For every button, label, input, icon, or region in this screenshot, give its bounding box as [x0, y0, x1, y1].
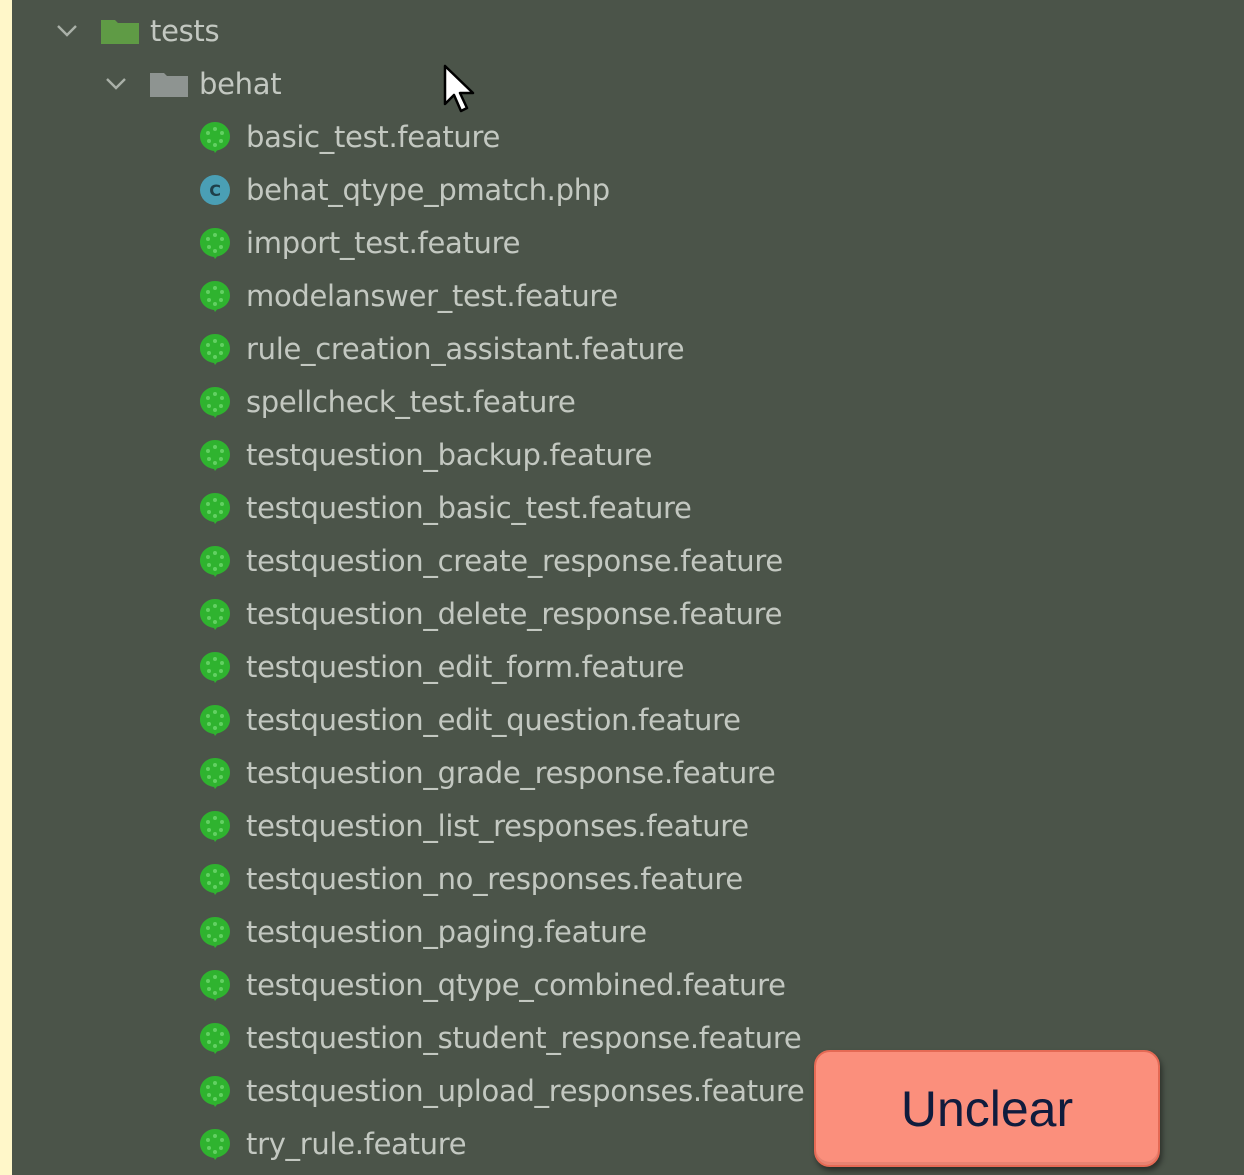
tree-file-label: testquestion_paging.feature [246, 914, 647, 949]
tree-file-label: testquestion_no_responses.feature [246, 861, 743, 896]
tree-file-item[interactable]: rule_creation_assistant.feature [198, 322, 685, 375]
cucumber-icon [198, 1021, 232, 1055]
tree-file-item[interactable]: testquestion_paging.feature [198, 905, 647, 958]
unclear-badge: Unclear [814, 1050, 1160, 1167]
tree-node-label: tests [150, 13, 220, 48]
tree-file-label: testquestion_edit_form.feature [246, 649, 685, 684]
tree-node-label: behat [199, 66, 282, 101]
tree-file-item[interactable]: testquestion_basic_test.feature [198, 481, 692, 534]
php-class-icon: C [198, 173, 232, 207]
tree-file-label: testquestion_create_response.feature [246, 543, 783, 578]
tree-node-tests[interactable]: tests [52, 4, 220, 57]
tree-file-label: basic_test.feature [246, 119, 501, 154]
folder-icon [149, 70, 189, 98]
cucumber-icon [198, 756, 232, 790]
tree-file-item[interactable]: testquestion_delete_response.feature [198, 587, 782, 640]
cucumber-icon [198, 120, 232, 154]
cucumber-icon [198, 491, 232, 525]
tree-file-item[interactable]: testquestion_no_responses.feature [198, 852, 743, 905]
tree-file-label: behat_qtype_pmatch.php [246, 172, 610, 207]
tree-file-label: testquestion_edit_question.feature [246, 702, 741, 737]
tree-file-label: testquestion_delete_response.feature [246, 596, 783, 631]
tree-file-item[interactable]: Cbehat_qtype_pmatch.php [198, 163, 610, 216]
tree-file-item[interactable]: testquestion_list_responses.feature [198, 799, 749, 852]
cucumber-icon [198, 597, 232, 631]
cucumber-icon [198, 1074, 232, 1108]
tree-file-item[interactable]: testquestion_grade_response.feature [198, 746, 776, 799]
tree-file-item[interactable]: testquestion_edit_form.feature [198, 640, 685, 693]
tree-file-label: rule_creation_assistant.feature [246, 331, 685, 366]
cucumber-icon [198, 226, 232, 260]
cucumber-icon [198, 650, 232, 684]
cucumber-icon [198, 438, 232, 472]
cucumber-icon [198, 809, 232, 843]
tree-file-label: testquestion_qtype_combined.feature [246, 967, 786, 1002]
tree-file-item[interactable]: testquestion_create_response.feature [198, 534, 783, 587]
tree-file-label: testquestion_backup.feature [246, 437, 653, 472]
chevron-down-icon[interactable] [101, 69, 131, 99]
tree-node-behat[interactable]: behat [101, 57, 282, 110]
cucumber-icon [198, 544, 232, 578]
tree-file-label: spellcheck_test.feature [246, 384, 576, 419]
tree-file-item[interactable]: modelanswer_test.feature [198, 269, 618, 322]
tree-file-item[interactable]: try_rule.feature [198, 1117, 467, 1170]
mouse-cursor-icon [443, 64, 475, 113]
tree-file-item[interactable]: testquestion_upload_responses.feature [198, 1064, 805, 1117]
tree-file-label: testquestion_student_response.feature [246, 1020, 802, 1055]
cucumber-icon [198, 915, 232, 949]
cucumber-icon [198, 279, 232, 313]
cucumber-icon [198, 332, 232, 366]
tree-file-label: testquestion_grade_response.feature [246, 755, 776, 790]
tree-file-item[interactable]: testquestion_edit_question.feature [198, 693, 741, 746]
chevron-down-icon[interactable] [52, 16, 82, 46]
tree-file-item[interactable]: spellcheck_test.feature [198, 375, 576, 428]
tree-file-label: modelanswer_test.feature [246, 278, 618, 313]
cucumber-icon [198, 385, 232, 419]
tree-file-label: testquestion_list_responses.feature [246, 808, 749, 843]
cucumber-icon [198, 862, 232, 896]
tree-file-item[interactable]: testquestion_qtype_combined.feature [198, 958, 786, 1011]
tree-file-item[interactable]: testquestion_student_response.feature [198, 1011, 802, 1064]
tree-file-item[interactable]: testquestion_backup.feature [198, 428, 652, 481]
cucumber-icon [198, 968, 232, 1002]
tree-file-label: testquestion_basic_test.feature [246, 490, 692, 525]
project-tree-panel: tests behat basic_test.feature Cbehat_qty… [12, 0, 1244, 1175]
cucumber-icon [198, 1127, 232, 1161]
svg-text:C: C [209, 181, 220, 200]
tree-file-label: import_test.feature [246, 225, 521, 260]
folder-icon [100, 17, 140, 45]
cucumber-icon [198, 703, 232, 737]
tree-file-item[interactable]: import_test.feature [198, 216, 520, 269]
tree-file-label: testquestion_upload_responses.feature [246, 1073, 805, 1108]
tree-file-label: try_rule.feature [246, 1126, 467, 1161]
